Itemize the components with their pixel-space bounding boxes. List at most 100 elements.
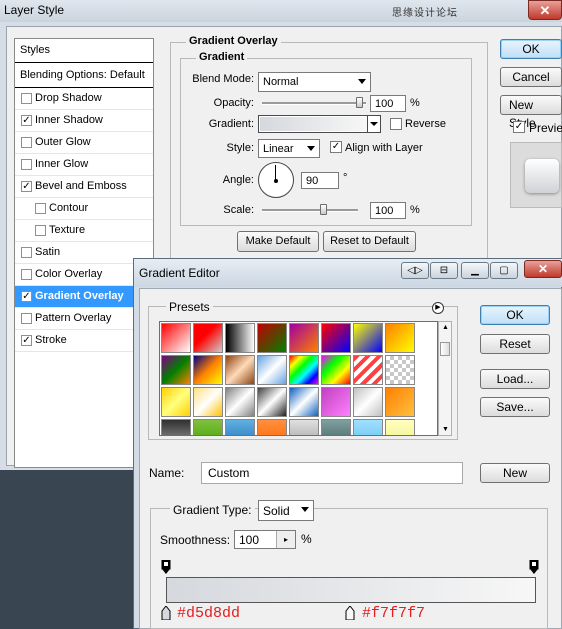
gradient-preview-bar[interactable] (166, 577, 536, 603)
blending-options-item[interactable]: Blending Options: Default (15, 63, 153, 88)
scale-slider[interactable] (262, 209, 358, 212)
opacity-input[interactable]: 100 (370, 95, 406, 112)
preview-checkbox[interactable]: ✓ (513, 121, 525, 133)
scale-slider-thumb[interactable] (320, 204, 327, 215)
style-item-inner-glow[interactable]: Inner Glow (15, 154, 153, 176)
preset-swatch[interactable] (289, 323, 319, 353)
opacity-slider[interactable] (262, 102, 366, 105)
preset-swatch[interactable] (385, 387, 415, 417)
gradient-save-button[interactable]: Save... (480, 397, 550, 417)
preset-swatch[interactable] (161, 323, 191, 353)
presets-menu-icon[interactable]: ▶ (432, 302, 444, 314)
checkbox[interactable]: ✓ (21, 335, 32, 346)
style-item-outer-glow[interactable]: Outer Glow (15, 132, 153, 154)
gradient-load-button[interactable]: Load... (480, 369, 550, 389)
color-stop-left[interactable] (161, 606, 171, 620)
checkbox[interactable] (21, 137, 32, 148)
style-item-drop-shadow[interactable]: Drop Shadow (15, 88, 153, 110)
scrollbar-thumb[interactable] (440, 342, 450, 356)
checkbox[interactable] (35, 225, 46, 236)
ok-button[interactable]: OK (500, 39, 562, 59)
angle-dial[interactable] (258, 162, 294, 198)
preset-swatch[interactable] (225, 323, 255, 353)
gradient-type-select[interactable]: Solid (258, 500, 314, 521)
cancel-button[interactable]: Cancel (500, 67, 562, 87)
scale-input[interactable]: 100 (370, 202, 406, 219)
reverse-checkbox[interactable] (390, 118, 402, 130)
opacity-stop-right[interactable] (529, 560, 539, 574)
styles-header[interactable]: Styles (15, 39, 153, 63)
blend-mode-select[interactable]: Normal (258, 72, 371, 92)
style-item-inner-shadow[interactable]: ✓ Inner Shadow (15, 110, 153, 132)
preset-swatch[interactable] (257, 387, 287, 417)
color-stop-right[interactable] (345, 606, 355, 620)
opacity-stop-left[interactable] (161, 560, 171, 574)
preset-swatch[interactable] (257, 419, 287, 435)
preset-swatch[interactable] (321, 323, 351, 353)
opacity-slider-thumb[interactable] (356, 97, 363, 108)
preset-swatch[interactable] (161, 387, 191, 417)
preset-swatch[interactable] (385, 419, 415, 435)
preset-swatch[interactable] (385, 355, 415, 385)
preset-swatch[interactable] (353, 355, 383, 385)
preset-swatch[interactable] (225, 355, 255, 385)
checkbox[interactable] (21, 159, 32, 170)
maximize-icon[interactable]: ▢ (490, 262, 518, 279)
minimize-icon[interactable]: ▁ (461, 262, 489, 279)
reset-to-default-button[interactable]: Reset to Default (323, 231, 416, 252)
preset-swatch[interactable] (257, 323, 287, 353)
gradient-ok-button[interactable]: OK (480, 305, 550, 325)
preset-swatch[interactable] (193, 387, 223, 417)
style-item-bevel-emboss[interactable]: ✓ Bevel and Emboss (15, 176, 153, 198)
make-default-button[interactable]: Make Default (237, 231, 319, 252)
gradient-new-button[interactable]: New (480, 463, 550, 483)
preset-swatch[interactable] (321, 355, 351, 385)
presets-swatches[interactable] (159, 321, 438, 436)
preset-swatch[interactable] (385, 323, 415, 353)
checkbox[interactable] (21, 313, 32, 324)
preset-swatch[interactable] (225, 419, 255, 435)
scroll-up-icon[interactable]: ▲ (442, 324, 449, 331)
preset-swatch[interactable] (161, 419, 191, 435)
chevron-right-icon[interactable]: ▸ (276, 531, 295, 548)
preset-swatch[interactable] (353, 387, 383, 417)
preset-swatch[interactable] (161, 355, 191, 385)
checkbox[interactable]: ✓ (21, 291, 32, 302)
scroll-down-icon[interactable]: ▼ (442, 426, 449, 433)
window-icon[interactable]: ⊟ (430, 262, 458, 279)
preset-swatch[interactable] (257, 355, 287, 385)
angle-input[interactable]: 90 (301, 172, 339, 189)
preset-swatch[interactable] (321, 419, 351, 435)
preset-swatch[interactable] (353, 419, 383, 435)
style-select[interactable]: Linear (258, 139, 320, 158)
checkbox[interactable] (35, 203, 46, 214)
close-button[interactable]: ✕ (528, 0, 562, 20)
checkbox[interactable]: ✓ (21, 181, 32, 192)
gradient-name-input[interactable]: Custom (201, 462, 463, 484)
preset-swatch[interactable] (353, 323, 383, 353)
preset-swatch[interactable] (289, 355, 319, 385)
style-item-texture[interactable]: Texture (15, 220, 153, 242)
smoothness-input[interactable]: 100 ▸ (234, 530, 296, 549)
checkbox[interactable]: ✓ (21, 115, 32, 126)
preset-swatch[interactable] (193, 323, 223, 353)
layer-style-titlebar[interactable] (0, 0, 562, 22)
preset-swatch[interactable] (193, 419, 223, 435)
preset-swatch[interactable] (193, 355, 223, 385)
gradient-dropdown[interactable] (367, 116, 380, 132)
preset-swatch[interactable] (321, 387, 351, 417)
preset-swatch[interactable] (289, 387, 319, 417)
checkbox[interactable] (21, 247, 32, 258)
gradient-editor-close-button[interactable]: ✕ (524, 260, 562, 278)
gradient-picker[interactable] (258, 115, 381, 133)
style-item-contour[interactable]: Contour (15, 198, 153, 220)
checkbox[interactable] (21, 269, 32, 280)
swap-window-icon[interactable]: ◁▷ (401, 262, 429, 279)
checkbox[interactable] (21, 93, 32, 104)
align-with-layer-checkbox[interactable]: ✓ (330, 141, 342, 153)
presets-scrollbar[interactable]: ▲ ▼ (438, 321, 452, 436)
preset-swatch[interactable] (225, 387, 255, 417)
new-style-button[interactable]: New Style (500, 95, 562, 130)
gradient-reset-button[interactable]: Reset (480, 334, 550, 354)
preset-swatch[interactable] (289, 419, 319, 435)
